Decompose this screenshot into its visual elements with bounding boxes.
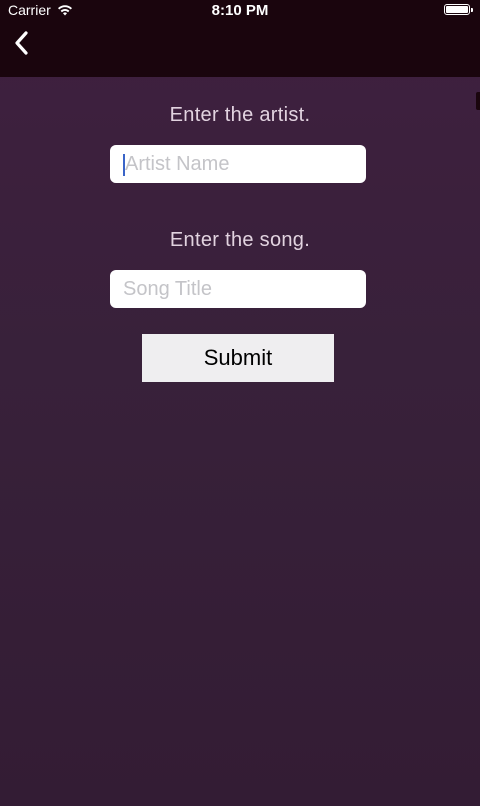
status-time: 8:10 PM <box>211 2 269 19</box>
song-title-input[interactable] <box>110 270 366 308</box>
text-cursor <box>123 154 125 176</box>
app-screen: Carrier 8:10 PM Enter the artist. Enter … <box>0 0 480 806</box>
song-prompt: Enter the song. <box>169 229 311 251</box>
battery-level <box>446 6 468 13</box>
artist-prompt: Enter the artist. <box>169 104 311 126</box>
artist-name-input[interactable] <box>110 145 366 183</box>
battery-icon <box>444 4 473 15</box>
navigation-bar <box>0 20 480 77</box>
back-button[interactable] <box>8 28 36 58</box>
submit-button[interactable]: Submit <box>142 334 334 382</box>
chevron-left-icon <box>15 31 28 55</box>
status-bar: Carrier 8:10 PM <box>0 0 480 20</box>
